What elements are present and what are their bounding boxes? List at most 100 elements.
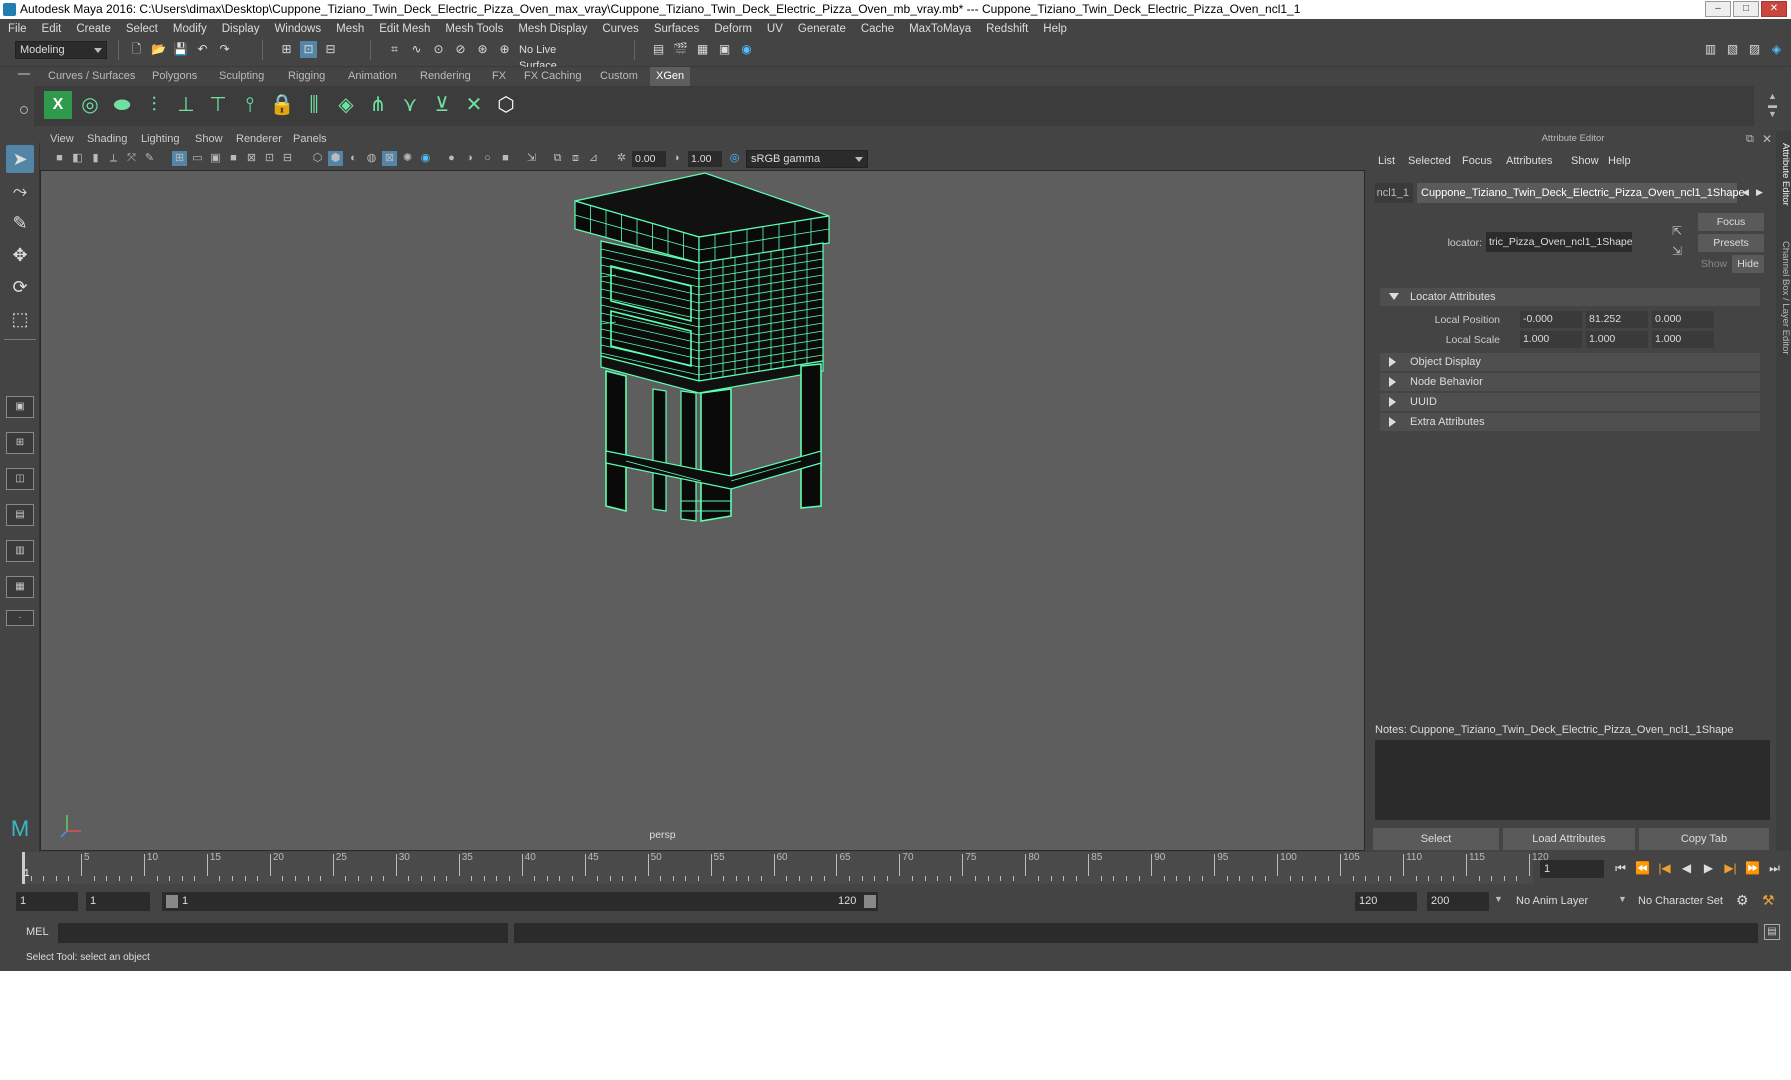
menu-help[interactable]: Help xyxy=(1043,23,1067,35)
resolution-gate-icon[interactable]: ▣ xyxy=(208,151,223,166)
minimize-button[interactable]: – xyxy=(1705,1,1731,17)
wireframe-on-shaded-icon[interactable]: ◍ xyxy=(364,151,379,166)
xray-icon[interactable]: ⊠ xyxy=(382,151,397,166)
shelf-tab-animation[interactable]: Animation xyxy=(342,67,403,86)
depth-of-field-icon[interactable]: ■ xyxy=(498,151,513,166)
play-backward-icon[interactable]: ◀ xyxy=(1678,860,1695,877)
go-to-start-icon[interactable]: ⏮ xyxy=(1612,860,1629,877)
exposure-icon[interactable]: ✲ xyxy=(614,151,629,166)
ae-menu-list[interactable]: List xyxy=(1378,155,1395,167)
workspace-modeling-icon[interactable]: ▥ xyxy=(1702,41,1719,58)
xgen-editor-icon[interactable]: X xyxy=(44,91,72,119)
command-input[interactable] xyxy=(58,923,508,943)
ae-menu-help[interactable]: Help xyxy=(1608,155,1631,167)
menu-file[interactable]: File xyxy=(8,23,27,35)
smooth-shade-icon[interactable]: ⬢ xyxy=(328,151,343,166)
select-tool-icon[interactable]: ➤ xyxy=(6,145,34,173)
menu-surfaces[interactable]: Surfaces xyxy=(654,23,699,35)
ae-focus-button[interactable]: Focus xyxy=(1698,213,1764,231)
side-tab-attribute-editor[interactable]: Attribute Editor xyxy=(1776,143,1791,206)
menu-mesh[interactable]: Mesh xyxy=(336,23,364,35)
shelf-tab-rigging[interactable]: Rigging xyxy=(282,67,332,86)
xgen-rebuild-icon[interactable]: ⊻ xyxy=(428,91,456,119)
layout-two-icon[interactable]: ◫ xyxy=(6,468,34,490)
local-scale-y[interactable]: 1.000 xyxy=(1586,331,1648,348)
shelf-tab-fx[interactable]: FX xyxy=(486,67,513,86)
ae-select-button[interactable]: Select xyxy=(1373,828,1499,850)
xgen-preview-icon[interactable]: ◎ xyxy=(76,91,104,119)
shelf-tab-fx-caching[interactable]: FX Caching xyxy=(518,67,588,86)
step-back-icon[interactable]: ⏪ xyxy=(1634,860,1651,877)
wireframe-icon[interactable]: ⬡ xyxy=(310,151,325,166)
grid-icon[interactable]: ⊞ xyxy=(172,151,187,166)
vp-menu-lighting[interactable]: Lighting xyxy=(141,133,180,145)
section-object-display[interactable]: Object Display xyxy=(1380,353,1760,371)
toggle-attr-editor-icon[interactable]: ▨ xyxy=(1746,41,1763,58)
local-position-z[interactable]: 0.000 xyxy=(1652,311,1714,328)
select-object-icon[interactable]: ⊡ xyxy=(300,41,317,58)
section-uuid[interactable]: UUID xyxy=(1380,393,1760,411)
hypershade-icon[interactable]: ◉ xyxy=(738,41,755,58)
gate-mask-icon[interactable]: ■ xyxy=(226,151,241,166)
shelf-tab-polygons[interactable]: Polygons xyxy=(146,67,204,86)
shelf-scroll-icon[interactable]: ▲ ▬ ▼ xyxy=(1768,92,1777,119)
ae-notes-icon[interactable]: ⇲ xyxy=(1672,244,1682,258)
ae-close-icon[interactable]: ✕ xyxy=(1762,132,1772,146)
menu-edit[interactable]: Edit xyxy=(42,23,62,35)
redo-icon[interactable]: ↷ xyxy=(216,41,233,58)
safe-action-icon[interactable]: ⊡ xyxy=(262,151,277,166)
side-tab-channel-box[interactable]: Channel Box / Layer Editor xyxy=(1776,241,1791,355)
render-frame-icon[interactable]: 🎬 xyxy=(672,41,689,58)
select-component-icon[interactable]: ⊟ xyxy=(322,41,339,58)
section-extra-attributes[interactable]: Extra Attributes xyxy=(1380,413,1760,431)
rotate-tool-icon[interactable]: ⟳ xyxy=(6,273,34,301)
color-management-icon[interactable]: ◎ xyxy=(727,151,742,166)
render-view-icon[interactable]: ▣ xyxy=(716,41,733,58)
menu-set-dropdown[interactable]: Modeling xyxy=(15,41,107,59)
new-scene-icon[interactable]: 🗋 xyxy=(128,41,145,58)
snap-point-icon[interactable]: ⊙ xyxy=(430,41,447,58)
ae-tab-prev-icon[interactable]: ◀ xyxy=(1742,187,1749,198)
perspective-viewport[interactable] xyxy=(40,170,1365,851)
shelf-tab-sculpting[interactable]: Sculpting xyxy=(213,67,271,86)
grease-pencil-icon[interactable]: ✎ xyxy=(142,151,157,166)
default-material-icon[interactable]: ◐ xyxy=(346,151,361,166)
field-chart-icon[interactable]: ⊠ xyxy=(244,151,259,166)
vp-menu-renderer[interactable]: Renderer xyxy=(236,133,282,145)
go-to-end-icon[interactable]: ⏭ xyxy=(1766,860,1783,877)
ipr-render-icon[interactable]: ▦ xyxy=(694,41,711,58)
menu-maxtomaya[interactable]: MaxToMaya xyxy=(909,23,971,35)
menu-curves[interactable]: Curves xyxy=(602,23,638,35)
lasso-tool-icon[interactable]: ⤳ xyxy=(6,177,34,205)
cmd-language-label[interactable]: MEL xyxy=(26,926,49,938)
move-tool-icon[interactable]: ✥ xyxy=(6,241,34,269)
undo-icon[interactable]: ↶ xyxy=(194,41,211,58)
shelf-tab-rendering[interactable]: Rendering xyxy=(414,67,477,86)
layout-graph-icon[interactable]: ▥ xyxy=(6,540,34,562)
menu-deform[interactable]: Deform xyxy=(714,23,752,35)
menu-generate[interactable]: Generate xyxy=(798,23,846,35)
auto-key-icon[interactable]: ⚙ xyxy=(1736,892,1749,909)
local-position-x[interactable]: -0.000 xyxy=(1520,311,1582,328)
ae-copy-tab-button[interactable]: Copy Tab xyxy=(1639,828,1769,850)
paint-select-icon[interactable]: ✎ xyxy=(6,209,34,237)
end-dropdown-icon[interactable]: ▼ xyxy=(1494,894,1503,904)
safe-title-icon[interactable]: ⊟ xyxy=(280,151,295,166)
isolate-select-icon[interactable]: ⇲ xyxy=(524,151,539,166)
xgen-comb-icon[interactable]: ⫼ xyxy=(300,91,328,119)
xgen-guide-icon[interactable]: ⫶ xyxy=(140,91,168,119)
range-start-handle[interactable] xyxy=(166,895,178,908)
scene-start-field[interactable]: 1 xyxy=(16,892,78,911)
snap-magnet-icon[interactable]: ⊕ xyxy=(496,41,513,58)
vp-menu-panels[interactable]: Panels xyxy=(293,133,327,145)
xray-joints-icon[interactable]: ⧉ xyxy=(550,151,565,166)
menu-windows[interactable]: Windows xyxy=(274,23,321,35)
menu-uv[interactable]: UV xyxy=(767,23,783,35)
local-scale-z[interactable]: 1.000 xyxy=(1652,331,1714,348)
shelf-menu-icon[interactable] xyxy=(18,73,30,75)
prev-key-icon[interactable]: |◀ xyxy=(1656,860,1673,877)
ae-presets-button[interactable]: Presets xyxy=(1698,234,1764,252)
save-scene-icon[interactable]: 💾 xyxy=(172,41,189,58)
toggle-channel-box-icon[interactable]: ◈ xyxy=(1768,41,1785,58)
render-settings-icon[interactable]: ▤ xyxy=(650,41,667,58)
